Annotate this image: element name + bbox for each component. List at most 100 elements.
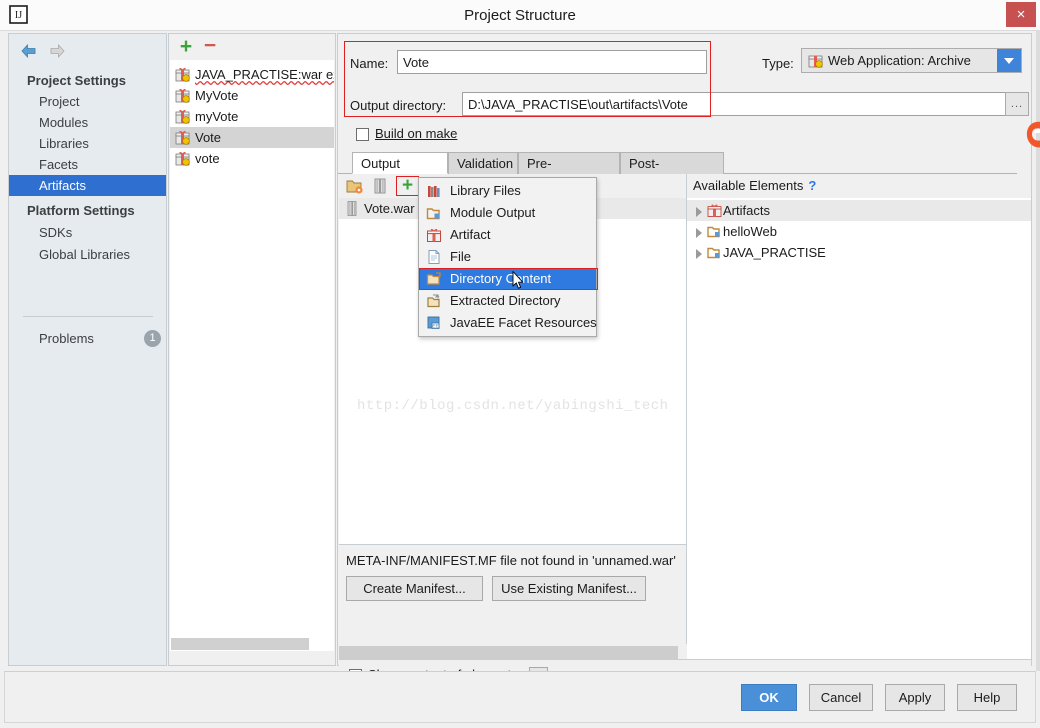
artifact-icon — [175, 109, 190, 124]
menu-item-artifact[interactable]: Artifact — [419, 224, 596, 246]
menu-item-extracted-directory[interactable]: Extracted Directory — [419, 290, 596, 312]
sidebar-item-label: Project — [39, 94, 80, 109]
menu-item-javaee-facet-resources[interactable]: EE JavaEE Facet Resources — [419, 312, 597, 334]
list-item[interactable]: myVote — [170, 106, 334, 127]
chevron-right-icon[interactable] — [696, 207, 702, 217]
chevron-right-icon[interactable] — [696, 228, 702, 238]
menu-item-directory-content[interactable]: Directory Content — [419, 268, 598, 290]
arrow-left-icon[interactable] — [20, 42, 38, 60]
list-item[interactable]: Vote — [170, 127, 334, 148]
build-on-make-label: Build on make — [375, 126, 458, 141]
output-directory-input[interactable] — [462, 92, 1027, 116]
menu-item-library-files[interactable]: Library Files — [419, 180, 596, 202]
artifact-label: myVote — [195, 109, 239, 124]
available-elements-panel: Available Elements? Artifacts helloWeb J… — [687, 174, 1031, 659]
available-elements-tree: Artifacts helloWeb JAVA_PRACTISE — [687, 200, 1031, 263]
create-manifest-button[interactable]: Create Manifest... — [346, 576, 483, 601]
sidebar-group-platform-settings: Platform Settings — [27, 203, 135, 218]
artifact-detail-panel: Name: Type: Web Application: Archive — [337, 33, 1032, 691]
close-icon[interactable]: × — [1006, 2, 1036, 27]
menu-item-label: Extracted Directory — [450, 293, 561, 308]
cancel-button[interactable]: Cancel — [809, 684, 873, 711]
tab-validation[interactable]: Validation — [448, 152, 518, 174]
window-title: Project Structure — [464, 7, 576, 24]
artifact-icon — [808, 53, 823, 68]
chevron-down-icon[interactable] — [997, 49, 1021, 72]
list-item[interactable]: JAVA_PRACTISE:war ex — [170, 64, 334, 85]
tree-item-artifacts[interactable]: Artifacts — [687, 200, 1031, 221]
sidebar-navigation — [9, 34, 166, 66]
artifact-icon — [175, 67, 190, 82]
add-copy-icon[interactable]: + — [396, 176, 419, 196]
artifacts-hscrollbar-thumb[interactable] — [171, 638, 309, 650]
sidebar-item-label: Global Libraries — [39, 247, 131, 262]
create-directory-icon[interactable] — [346, 178, 364, 194]
tab-post-processing[interactable]: Post-processing — [620, 152, 724, 192]
menu-item-module-output[interactable]: Module Output — [419, 202, 596, 224]
archive-icon — [345, 201, 359, 216]
sidebar-item-label: SDKs — [39, 225, 73, 240]
minus-icon[interactable]: − — [201, 35, 219, 56]
menu-highlight-outline — [419, 268, 598, 290]
list-item[interactable]: MyVote — [170, 85, 334, 106]
dialog-footer: OK Cancel Apply Help — [4, 671, 1036, 723]
list-item[interactable]: vote — [170, 148, 334, 169]
tree-item-java-practise[interactable]: JAVA_PRACTISE — [687, 242, 1031, 263]
dialog-body: Project Settings Project Modules Librari… — [4, 31, 1036, 691]
artifact-icon — [707, 203, 722, 218]
watermark-text: http://blog.csdn.net/yabingshi_tech — [357, 398, 669, 414]
sidebar-item-artifacts[interactable]: Artifacts — [9, 175, 166, 196]
artifact-icon — [175, 151, 190, 166]
sidebar-item-modules[interactable]: Modules — [9, 112, 166, 133]
settings-sidebar: Project Settings Project Modules Librari… — [8, 33, 167, 666]
ok-button[interactable]: OK — [741, 684, 797, 711]
plus-icon[interactable]: + — [177, 36, 195, 57]
svg-text:EE: EE — [432, 324, 438, 329]
create-archive-icon[interactable] — [371, 178, 389, 194]
tree-item-label: helloWeb — [723, 224, 777, 239]
artifacts-hscrollbar[interactable] — [171, 638, 334, 650]
sidebar-item-problems[interactable]: Problems — [9, 328, 166, 349]
artifacts-list: JAVA_PRACTISE:war ex MyVote myVote Vote … — [170, 60, 334, 651]
help-icon[interactable]: ? — [808, 178, 816, 193]
apply-button[interactable]: Apply — [885, 684, 945, 711]
artifacts-toolbar: + − — [169, 34, 335, 60]
project-structure-dialog: IJ Project Structure × Project Settings … — [0, 0, 1040, 728]
sidebar-item-label: Modules — [39, 115, 89, 130]
sidebar-item-project[interactable]: Project — [9, 91, 166, 112]
tab-pre-processing[interactable]: Pre-processing — [518, 152, 620, 192]
sidebar-item-sdks[interactable]: SDKs — [9, 222, 166, 243]
manifest-message: META-INF/MANIFEST.MF file not found in '… — [346, 553, 676, 568]
tree-item-label: JAVA_PRACTISE — [723, 245, 826, 260]
artifact-label: vote — [195, 151, 220, 166]
use-existing-manifest-button[interactable]: Use Existing Manifest... — [492, 576, 646, 601]
type-dropdown[interactable]: Web Application: Archive — [801, 48, 1022, 73]
available-elements-header: Available Elements? — [687, 174, 1031, 198]
extracted-directory-icon — [426, 293, 442, 309]
menu-item-file[interactable]: File — [419, 246, 596, 268]
sidebar-item-libraries[interactable]: Libraries — [9, 133, 166, 154]
module-output-icon — [426, 205, 442, 221]
output-directory-label: Output directory: — [350, 98, 447, 113]
problems-count-badge: 1 — [144, 330, 161, 347]
menu-item-label: Library Files — [450, 183, 521, 198]
name-input[interactable] — [397, 50, 707, 74]
arrow-right-icon[interactable] — [48, 42, 66, 60]
sidebar-item-label: Libraries — [39, 136, 89, 151]
sidebar-item-label: Problems — [39, 331, 94, 346]
sidebar-item-global-libraries[interactable]: Global Libraries — [9, 244, 166, 265]
chevron-right-icon[interactable] — [696, 249, 702, 259]
javaee-facet-icon: EE — [426, 315, 442, 331]
name-label: Name: — [350, 56, 389, 71]
tab-output-layout[interactable]: Output Layout — [352, 152, 448, 192]
sidebar-item-facets[interactable]: Facets — [9, 154, 166, 175]
menu-item-label: Module Output — [450, 205, 536, 220]
output-layout-hscrollbar-thumb[interactable] — [339, 646, 678, 659]
type-value: Web Application: Archive — [828, 53, 971, 68]
help-button[interactable]: Help — [957, 684, 1017, 711]
sidebar-item-label: Facets — [39, 157, 79, 172]
tree-item-helloweb[interactable]: helloWeb — [687, 221, 1031, 242]
output-layout-hscrollbar[interactable] — [339, 646, 686, 659]
build-on-make-checkbox[interactable] — [356, 128, 369, 141]
artifact-label: MyVote — [195, 88, 239, 103]
